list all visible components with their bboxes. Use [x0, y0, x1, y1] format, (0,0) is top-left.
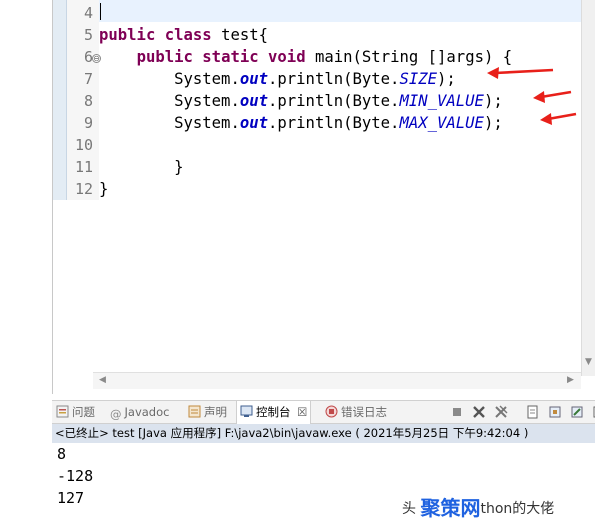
code-text: main(String []args) { — [305, 48, 513, 66]
tab-label: 控制台 — [256, 405, 291, 419]
code-line-9[interactable]: System.out.println(Byte.MAX_VALUE); — [99, 112, 503, 134]
code-line-8[interactable]: System.out.println(Byte.MIN_VALUE); — [99, 90, 503, 112]
scroll-right-icon[interactable]: ▶ — [567, 375, 574, 385]
line-number: 5 — [83, 26, 93, 44]
line-number: 11 — [74, 158, 93, 176]
tab-declaration[interactable]: 声明 — [188, 401, 227, 423]
line-number: 10 — [74, 136, 93, 154]
vertical-scrollbar[interactable]: ▼ — [581, 0, 595, 376]
field-ref: out — [239, 114, 268, 132]
tab-label: 声明 — [204, 405, 227, 419]
line-number: 6 — [83, 48, 93, 66]
constant-ref: MIN_VALUE — [399, 92, 484, 110]
watermark-text: thon的大佬 — [480, 501, 555, 517]
red-arrow-annotation-icon — [540, 112, 577, 125]
view-tab-bar: 问题 @ Javadoc 声明 控制台 ☒ 错误日志 — [52, 400, 595, 424]
tab-label: 错误日志 — [341, 405, 387, 419]
code-line-5[interactable]: public class test{ — [99, 24, 268, 46]
watermark-text: 头 — [402, 501, 416, 517]
red-arrow-annotation-icon — [487, 67, 554, 79]
problems-icon — [56, 405, 69, 418]
line-number: 8 — [83, 92, 93, 110]
keyword: public — [99, 26, 156, 44]
line-number: 7 — [83, 70, 93, 88]
code-text: } — [174, 158, 184, 176]
code-text: System. — [174, 114, 240, 132]
console-output-line: 8 — [57, 445, 67, 463]
code-text: System. — [174, 92, 240, 110]
constant-ref: MAX_VALUE — [399, 114, 484, 132]
tab-error-log[interactable]: 错误日志 — [325, 401, 387, 423]
code-text: } — [99, 180, 109, 198]
declaration-icon — [188, 405, 201, 418]
pin-console-icon[interactable] — [570, 405, 584, 419]
code-text: ); — [437, 70, 456, 88]
keyword: static — [202, 48, 259, 66]
current-line-highlight — [99, 0, 584, 22]
red-arrow-annotation-icon — [533, 90, 572, 103]
clear-console-icon[interactable] — [526, 405, 540, 419]
console-output-line: 127 — [57, 489, 85, 507]
line-number: 12 — [74, 180, 93, 198]
scroll-lock-icon[interactable] — [548, 405, 562, 419]
code-line-12[interactable]: } — [99, 178, 108, 200]
field-ref: out — [239, 92, 268, 110]
scroll-down-icon[interactable]: ▼ — [585, 357, 592, 367]
watermark-brand: 聚策网 — [420, 496, 481, 520]
code-text: System. — [174, 70, 240, 88]
horizontal-scrollbar[interactable]: ◀ ▶ — [93, 372, 581, 389]
text-caret — [100, 3, 101, 20]
code-line-6[interactable]: public static void main(String []args) { — [99, 46, 513, 68]
code-editor[interactable]: 4 5 6 ⊖ 7 8 9 10 11 12 public class test… — [52, 0, 595, 394]
tab-label: 问题 — [72, 405, 95, 419]
constant-ref: SIZE — [399, 70, 437, 88]
keyword: void — [268, 48, 306, 66]
console-icon — [240, 405, 253, 417]
watermark: 头 聚策网thon的大佬 — [402, 492, 554, 521]
tab-javadoc[interactable]: @ Javadoc — [110, 401, 169, 423]
tab-console[interactable]: 控制台 ☒ — [236, 401, 312, 424]
code-line-11[interactable]: } — [99, 156, 184, 178]
code-text: ); — [483, 114, 503, 132]
scroll-left-icon[interactable]: ◀ — [99, 375, 106, 385]
terminate-icon[interactable] — [450, 405, 464, 419]
remove-all-terminated-icon[interactable] — [494, 405, 508, 419]
code-text: .println(Byte. — [268, 92, 400, 110]
close-icon[interactable]: ☒ — [297, 405, 307, 419]
console-output-line: -128 — [57, 467, 94, 485]
line-number: 9 — [83, 114, 93, 132]
keyword: public — [136, 48, 193, 66]
tab-label: Javadoc — [124, 405, 170, 419]
field-ref: out — [239, 70, 268, 88]
left-margin — [0, 0, 52, 524]
at-sign-icon: @ — [110, 407, 122, 421]
remove-launch-icon[interactable] — [472, 405, 486, 419]
error-log-icon — [325, 405, 338, 418]
code-text: .println(Byte. — [268, 114, 400, 132]
code-line-7[interactable]: System.out.println(Byte.SIZE); — [99, 68, 456, 90]
code-text: test{ — [211, 26, 269, 44]
keyword: class — [164, 26, 212, 44]
console-process-label: <已终止> test [Java 应用程序] F:\java2\bin\java… — [52, 424, 595, 443]
code-text: ); — [483, 92, 503, 110]
code-text: .println(Byte. — [268, 70, 400, 88]
overview-ruler — [53, 0, 67, 200]
tab-problems[interactable]: 问题 — [56, 401, 95, 423]
line-number: 4 — [83, 4, 93, 22]
